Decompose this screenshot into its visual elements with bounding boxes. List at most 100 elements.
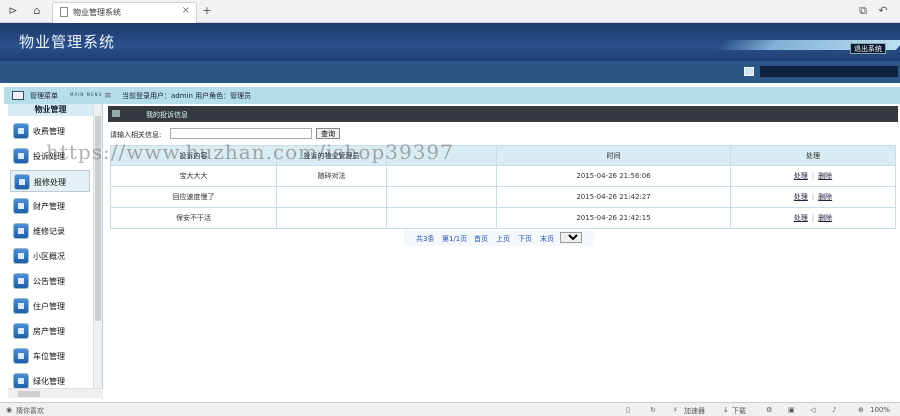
refresh-icon[interactable]: ↻: [650, 406, 656, 414]
column-header: 时间: [496, 145, 731, 166]
browser-tab[interactable]: 物业管理系统 ×: [52, 2, 197, 23]
speaker-icon[interactable]: ◁: [810, 406, 815, 414]
sidebar-item[interactable]: 财产管理: [10, 195, 90, 217]
menu-item-icon: [13, 298, 29, 314]
cell-manager: 随碎对法: [276, 165, 387, 187]
cell-time: 2015-04-26 21:42:27: [496, 186, 731, 208]
delete-link[interactable]: 删除: [818, 172, 832, 180]
tab-title: 物业管理系统: [73, 8, 121, 17]
table-row: 保安不干活 2015-04-26 21:42:15 处理 | 删除: [110, 207, 896, 229]
browser-status-bar: ◉ 猜你喜欢 ▯ ↻ ⚡ 加速器 ↓ 下载 ⚙ ▣ ◁ ♪ ⊕ 100%: [0, 402, 900, 416]
process-link[interactable]: 处理: [794, 214, 808, 222]
panel-title: 我的投诉信息: [146, 111, 188, 119]
process-link[interactable]: 处理: [794, 193, 808, 201]
sidebar-item[interactable]: 维修记录: [10, 220, 90, 242]
screen-icon: [744, 67, 754, 76]
search-button[interactable]: 查询: [316, 128, 340, 139]
sidebar-item-label: 财产管理: [33, 202, 65, 211]
download-icon[interactable]: ↓: [723, 406, 729, 414]
cell-empty: [386, 207, 497, 229]
cell-actions: 处理 | 删除: [730, 186, 896, 208]
tab-close-icon[interactable]: ×: [182, 5, 190, 16]
menu-item-icon: [13, 198, 29, 214]
tools-icon[interactable]: ⚙: [766, 406, 772, 414]
action-separator: |: [811, 172, 815, 180]
process-link[interactable]: 处理: [794, 172, 808, 180]
sidebar-item-label: 小区概况: [33, 252, 65, 261]
sidebar-item-label: 维修记录: [33, 227, 65, 236]
pager-page: 第1/1页: [442, 235, 468, 243]
zoom-level[interactable]: 100%: [870, 406, 890, 414]
sidebar-item[interactable]: 车位管理: [10, 345, 90, 367]
pager-last-link[interactable]: 末页: [540, 234, 554, 244]
sidebar-item-label: 收费管理: [33, 127, 65, 136]
sidebar-item[interactable]: 房产管理: [10, 320, 90, 342]
header-subbar: [0, 61, 900, 83]
pager-prev-link[interactable]: 上页: [496, 234, 510, 244]
cell-time: 2015-04-26 21:56:06: [496, 165, 731, 187]
zoom-icon[interactable]: ⊕: [858, 406, 864, 414]
sidebar-item-label: 绿化管理: [33, 377, 65, 386]
sidebar-item-label: 车位管理: [33, 352, 65, 361]
panel-icon[interactable]: ▣: [788, 406, 795, 414]
phone-icon[interactable]: ▯: [626, 406, 630, 414]
logout-button[interactable]: 退出系统: [850, 43, 886, 54]
sidebar-item-label: 报修处理: [34, 178, 66, 187]
current-user-info: 当前登录用户：admin 用户角色：管理员: [122, 92, 252, 100]
delete-link[interactable]: 删除: [818, 193, 832, 201]
pager-first-link[interactable]: 首页: [474, 234, 488, 244]
menu-item-icon: [13, 223, 29, 239]
menu-title-en: MAIN MENU: [70, 92, 103, 97]
menu-item-icon: [13, 348, 29, 364]
watermark: https://www.huzhan.com/ishop39397: [46, 140, 454, 164]
subbar-panel: [760, 66, 898, 77]
download-label[interactable]: 下载: [732, 406, 746, 416]
sound-icon[interactable]: ♪: [832, 406, 836, 414]
sidebar-item[interactable]: 小区概况: [10, 245, 90, 267]
menu-item-icon: [13, 273, 29, 289]
action-separator: |: [811, 214, 815, 222]
sidebar-item-label: 住户管理: [33, 302, 65, 311]
cell-content: 宝大大大: [110, 165, 277, 187]
cell-content: 回应速度慢了: [110, 186, 277, 208]
sidebar-toggle-icon[interactable]: ⊳: [6, 4, 20, 18]
window-icon[interactable]: ⧉: [856, 4, 870, 18]
table-row: 回应速度慢了 2015-04-26 21:42:27 处理 | 删除: [110, 186, 896, 208]
menu-item-icon: [13, 148, 29, 164]
panel-header: 我的投诉信息: [108, 106, 898, 122]
new-tab-button[interactable]: +: [200, 4, 214, 18]
home-icon[interactable]: ⌂: [30, 4, 44, 18]
app-title: 物业管理系统: [19, 33, 116, 51]
panel-icon: [112, 110, 120, 117]
accelerator-icon[interactable]: ⚡: [673, 406, 678, 414]
undo-icon[interactable]: ↶: [876, 4, 890, 18]
sidebar-item[interactable]: 报修处理: [10, 170, 90, 192]
sidebar-item-label: 房产管理: [33, 327, 65, 336]
recommend-icon: ◉: [6, 406, 13, 414]
cell-manager: [276, 186, 387, 208]
menu-item-icon: [13, 323, 29, 339]
pagination: 共3条 第1/1页 首页 上页 下页 末页 1: [404, 230, 594, 246]
search-input[interactable]: [170, 128, 312, 139]
app-header: 物业管理系统: [0, 23, 900, 61]
pager-total: 共3条: [416, 235, 435, 243]
cell-time: 2015-04-26 21:42:15: [496, 207, 731, 229]
page-select[interactable]: 1: [560, 232, 582, 243]
action-separator: |: [811, 193, 815, 201]
cell-empty: [386, 165, 497, 187]
column-header: 处理: [730, 145, 896, 166]
cell-content: 保安不干活: [110, 207, 277, 229]
delete-link[interactable]: 删除: [818, 214, 832, 222]
sidebar-item[interactable]: 住户管理: [10, 295, 90, 317]
menu-title: 管理菜单: [30, 92, 58, 100]
menu-toggle-icon[interactable]: [12, 91, 24, 100]
info-bar: 管理菜单 MAIN MENU ≡ 当前登录用户：admin 用户角色：管理员: [4, 87, 900, 104]
search-label: 请输入相关信息:: [110, 131, 162, 139]
pager-next-link[interactable]: 下页: [518, 234, 532, 244]
status-left-text[interactable]: 猜你喜欢: [16, 406, 44, 416]
scroll-thumb[interactable]: [18, 391, 40, 397]
accelerator-label[interactable]: 加速器: [684, 406, 705, 416]
sidebar-item[interactable]: 收费管理: [10, 120, 90, 142]
sidebar-horizontal-scrollbar[interactable]: [8, 388, 103, 398]
sidebar-item[interactable]: 公告管理: [10, 270, 90, 292]
